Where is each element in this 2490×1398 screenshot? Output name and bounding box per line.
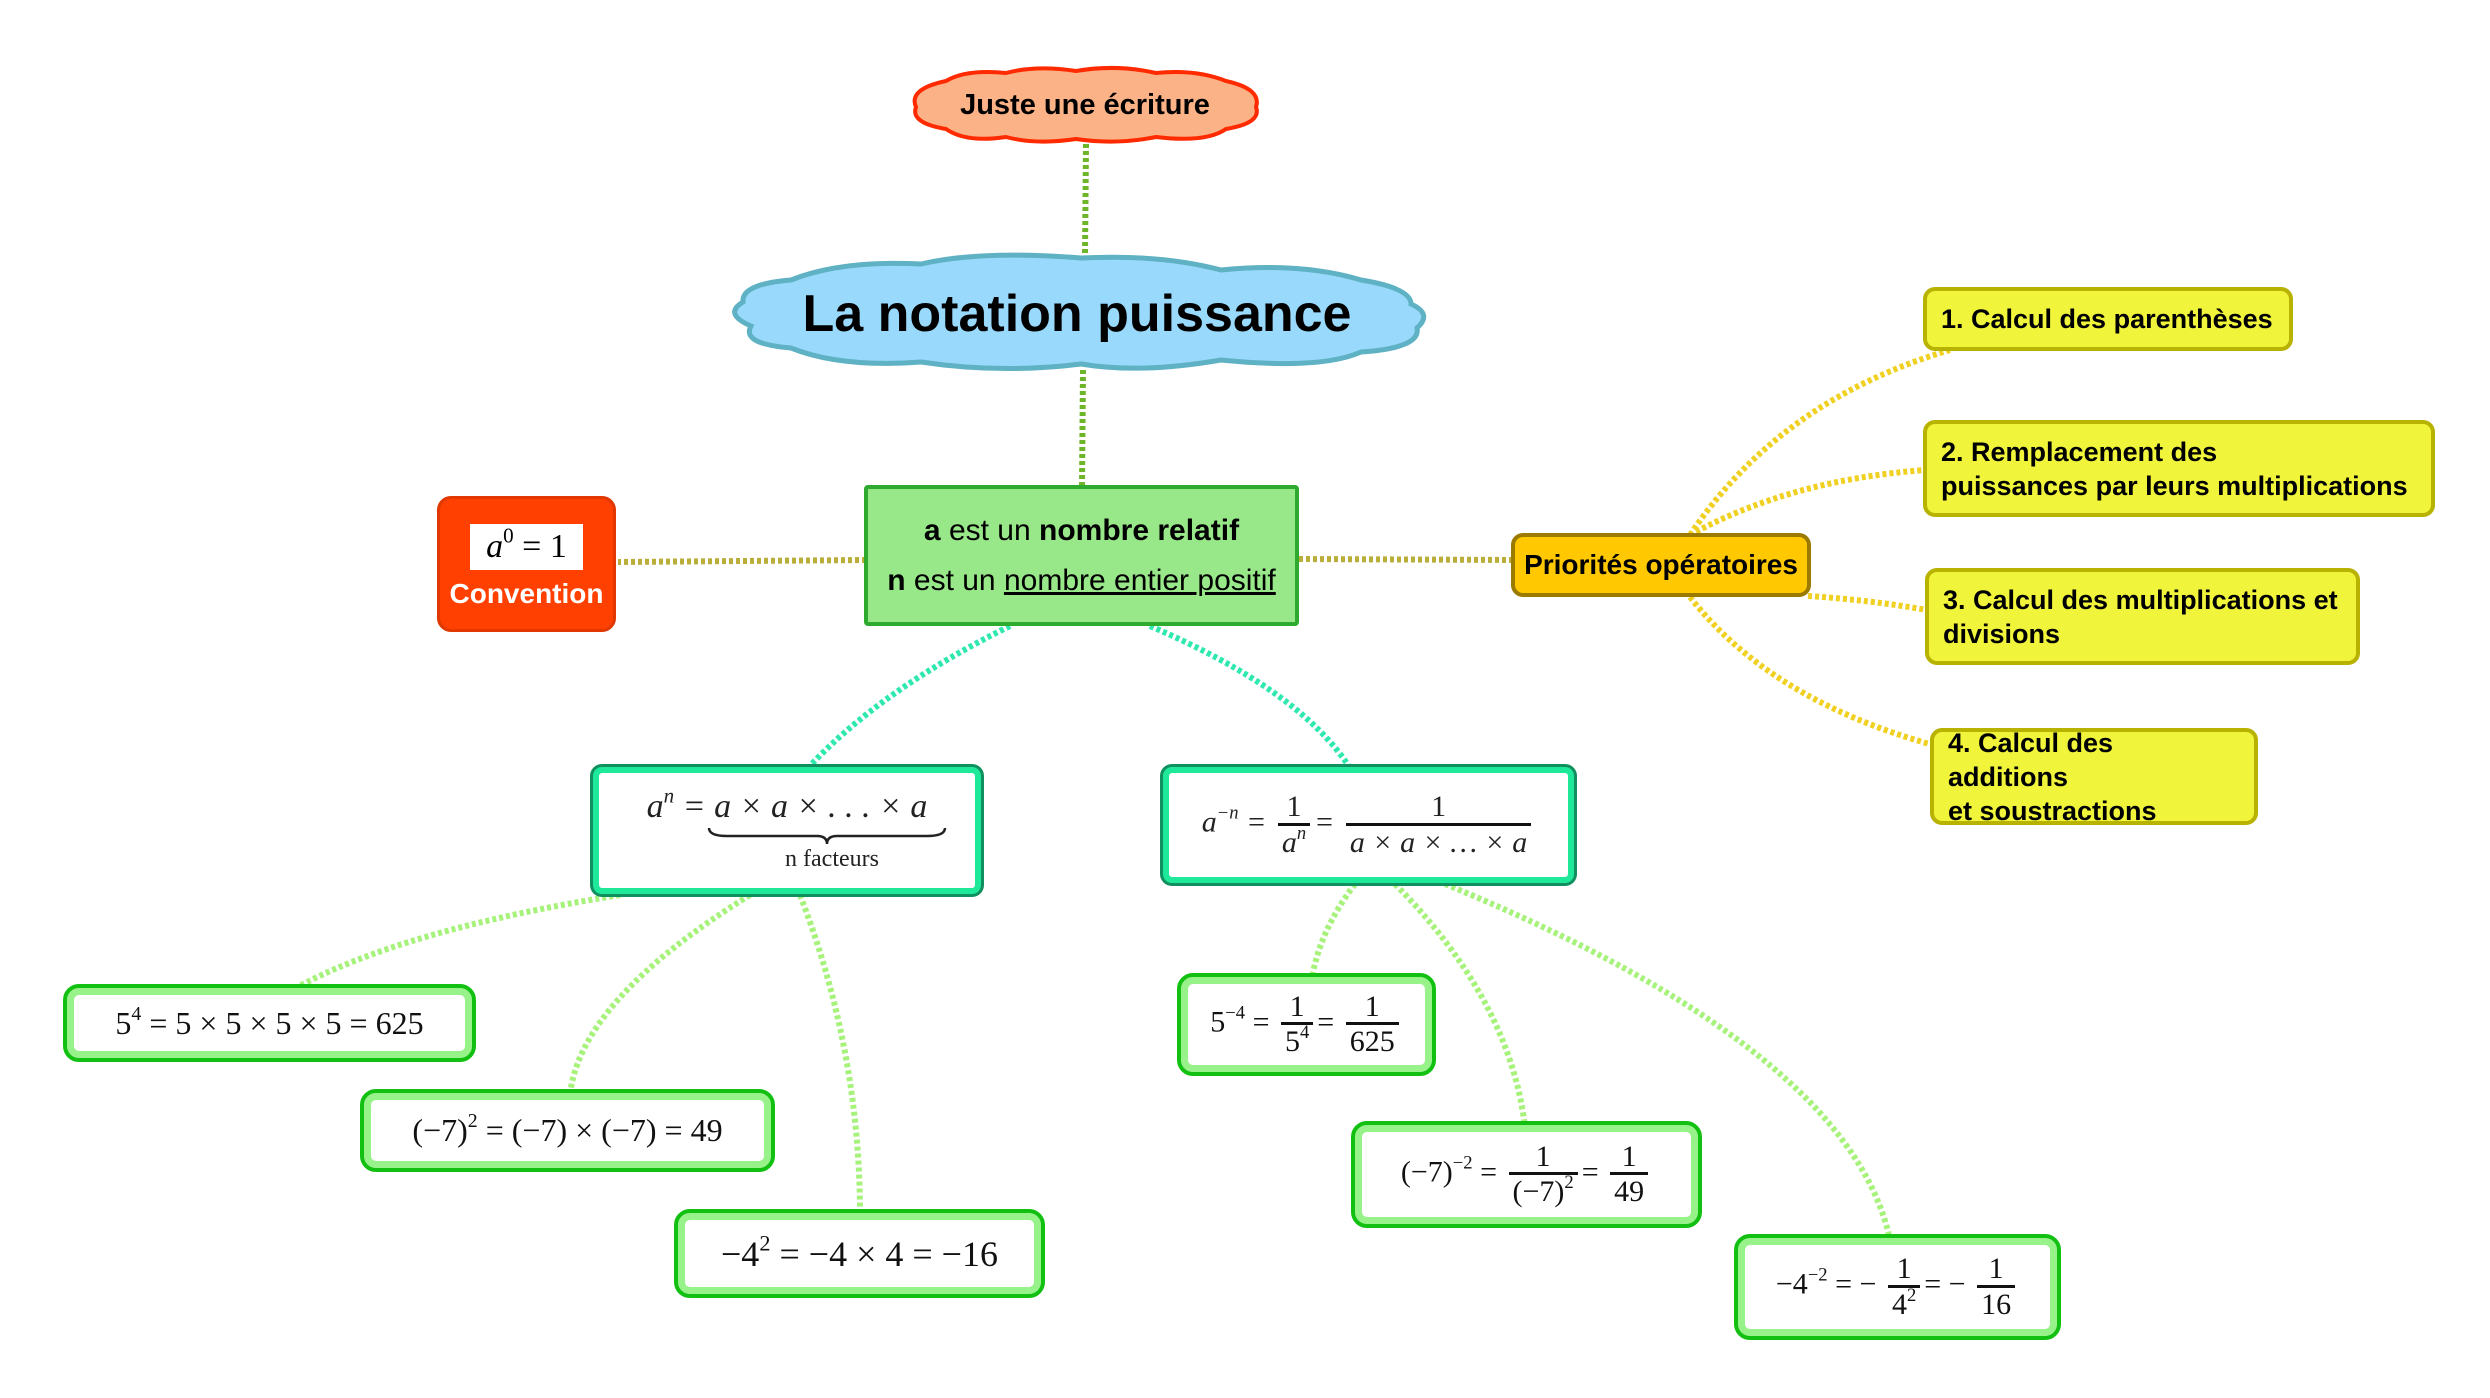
positive-power-formula: an = a × a × . . . × a <box>646 783 928 825</box>
negative-power-definition[interactable]: a−n = 1 an = 1a × a × … × a <box>1160 764 1577 886</box>
link-neg-ex1 <box>1309 882 1358 979</box>
priority-step-1[interactable]: 1. Calcul des parenthèses <box>1923 287 2293 351</box>
link-note-title <box>1082 143 1089 256</box>
var-n: n <box>887 563 906 597</box>
note-cloud[interactable]: Juste une écriture <box>906 65 1264 144</box>
underbrace-icon <box>707 827 947 845</box>
step-text: 4. Calcul des additions <box>1948 727 2114 792</box>
page-title: La notation puissance <box>802 284 1352 343</box>
line-a: a est un nombre relatif <box>924 514 1239 548</box>
link-center-convention <box>617 557 867 565</box>
link-prio-step4 <box>1687 595 1934 748</box>
priorities-node[interactable]: Priorités opératoires <box>1511 533 1811 597</box>
brace-label: n facteurs <box>785 846 879 872</box>
example-formula: −4−2 = − 1 42 = − 1 16 <box>1776 1253 2019 1321</box>
example-formula: −42 = −4 × 4 = −16 <box>721 1229 998 1274</box>
note-label: Juste une écriture <box>960 89 1210 121</box>
nombre-entier-positif: nombre entier positif <box>1003 563 1276 597</box>
line-n: n est un nombre entier positif <box>887 564 1276 598</box>
convention-formula: a0 = 1 <box>470 524 583 570</box>
positive-power-definition[interactable]: an = a × a × . . . × a n facteurs <box>590 764 984 897</box>
text: est un <box>905 563 1004 597</box>
priorities-label: Priorités opératoires <box>1524 549 1798 580</box>
example-neg7-pow-2[interactable]: (−7)2 = (−7) × (−7) = 49 <box>360 1089 775 1172</box>
example-formula: 54 = 5 × 5 × 5 × 5 = 625 <box>115 1002 424 1041</box>
example-formula: (−7)−2 = 1 (−7)2 = 1 49 <box>1401 1141 1652 1208</box>
example-5-pow-4[interactable]: 54 = 5 × 5 × 5 × 5 = 625 <box>63 984 476 1062</box>
title-cloud[interactable]: La notation puissance <box>721 252 1433 375</box>
negative-power-formula: a−n = 1 an = 1a × a × … × a <box>1202 791 1536 859</box>
link-prio-step2 <box>1688 467 1926 538</box>
connector-lines <box>290 143 1951 1241</box>
link-pos-ex2 <box>567 892 752 1096</box>
example-5-pow-neg4[interactable]: 5−4 = 1 54 = 1 625 <box>1177 973 1436 1076</box>
text: est un <box>940 513 1040 547</box>
example-neg4-pow-neg2[interactable]: −4−2 = − 1 42 = − 1 16 <box>1734 1234 2061 1340</box>
link-prio-step3 <box>1807 593 1928 613</box>
step-text: 2. Remplacement des <box>1941 436 2218 467</box>
priority-step-2[interactable]: 2. Remplacement des puissances par leurs … <box>1923 420 2435 517</box>
link-prio-step1 <box>1687 347 1951 537</box>
link-center-positive <box>805 623 1012 771</box>
link-center-priorities <box>1298 556 1514 563</box>
step-text: 1. Calcul des parenthèses <box>1941 304 2273 334</box>
example-neg4-pow-2[interactable]: −42 = −4 × 4 = −16 <box>674 1209 1045 1298</box>
link-pos-ex1 <box>290 892 621 993</box>
link-pos-ex3 <box>797 893 863 1216</box>
link-center-negative <box>1148 623 1353 770</box>
example-formula: (−7)2 = (−7) × (−7) = 49 <box>412 1110 723 1148</box>
convention-caption: Convention <box>449 578 604 609</box>
example-neg7-pow-neg2[interactable]: (−7)−2 = 1 (−7)2 = 1 49 <box>1351 1121 1702 1228</box>
nombre-relatif: nombre relatif <box>1039 513 1240 547</box>
link-title-center <box>1079 369 1086 488</box>
step-text: divisions <box>1943 618 2061 649</box>
step-text: et soustractions <box>1948 795 2157 826</box>
step-text: puissances par leurs multiplications <box>1941 470 2408 501</box>
priority-step-3[interactable]: 3. Calcul des multiplications et division… <box>1925 568 2360 665</box>
priority-step-4[interactable]: 4. Calcul des additions et soustractions <box>1930 727 2258 826</box>
step-text: 3. Calcul des multiplications et <box>1943 584 2338 615</box>
var-a: a <box>923 513 941 547</box>
convention-node[interactable]: a0 = 1 Convention <box>437 496 616 632</box>
definition-node[interactable]: a est un nombre relatif n est un nombre … <box>864 485 1299 626</box>
example-formula: 5−4 = 1 54 = 1 625 <box>1210 991 1402 1058</box>
